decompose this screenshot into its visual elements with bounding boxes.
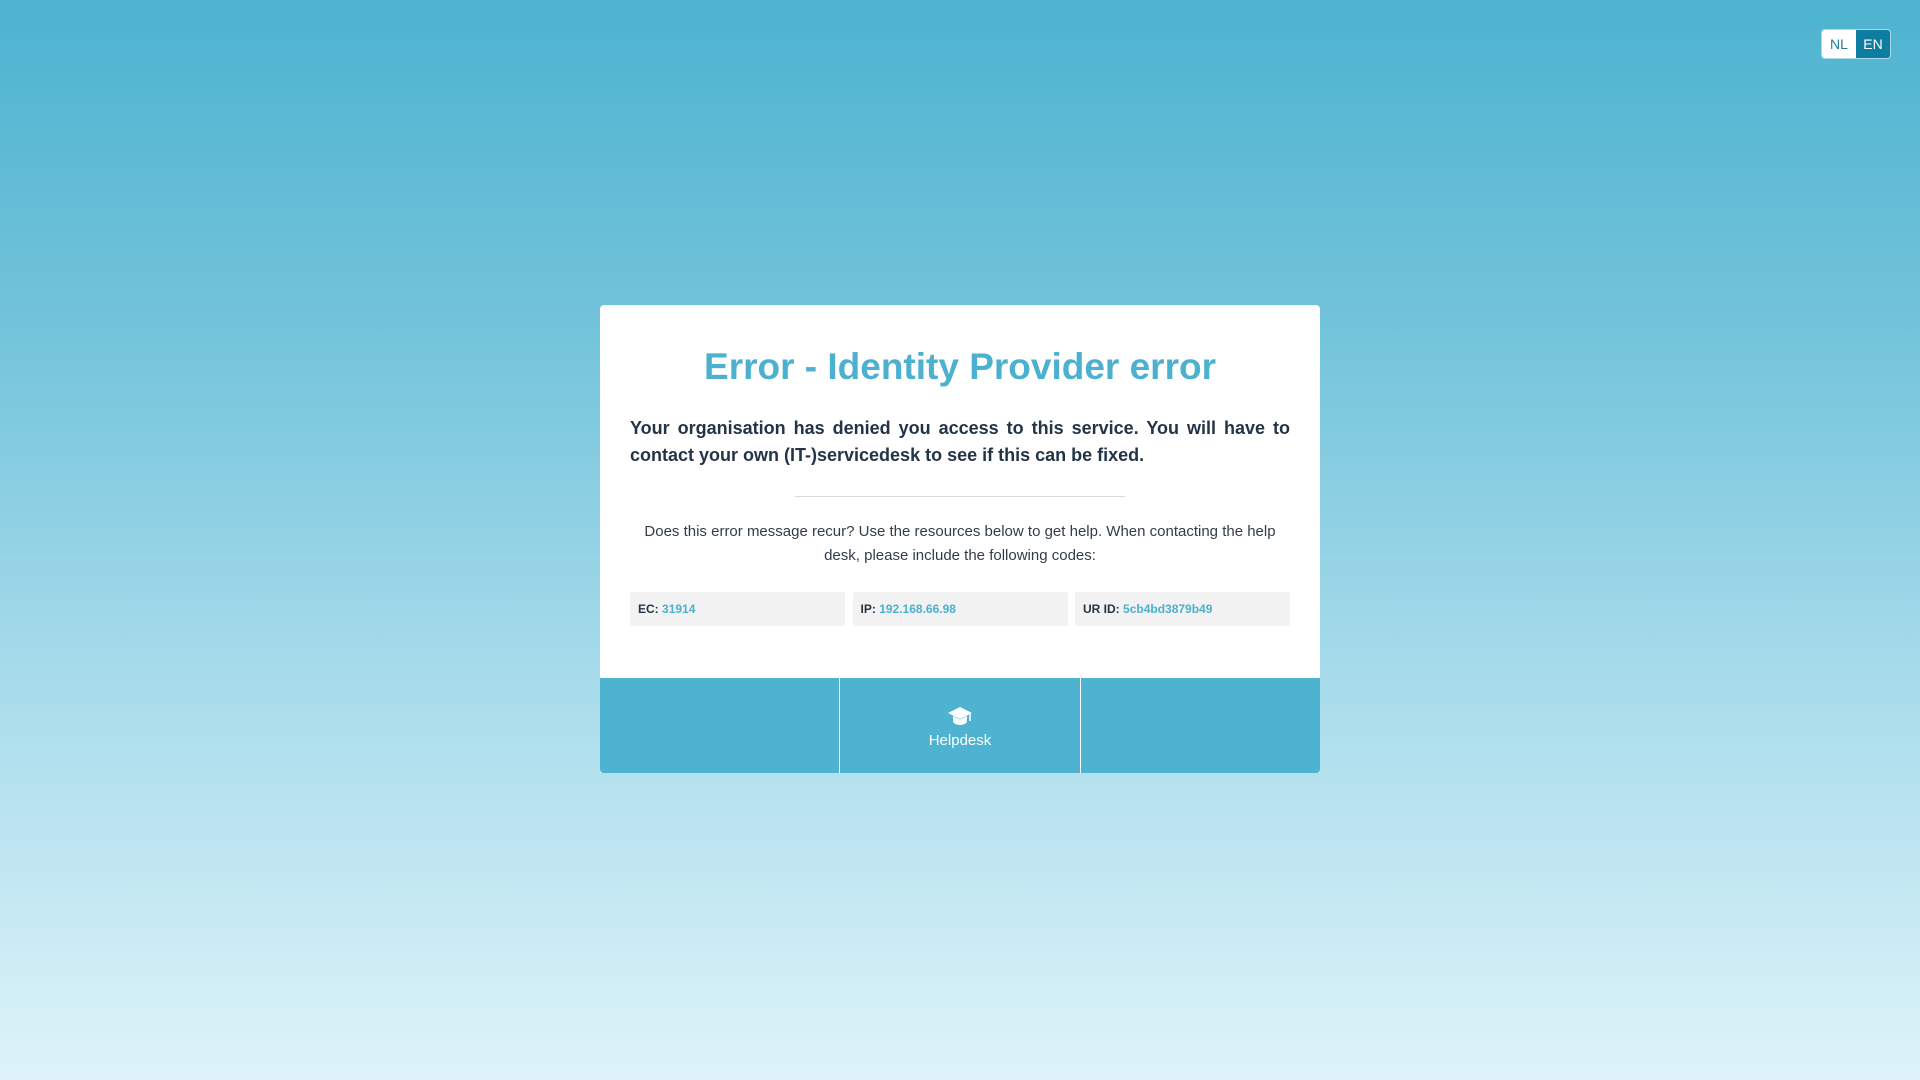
graduation-cap-icon xyxy=(947,707,972,725)
language-en-button[interactable]: EN xyxy=(1856,30,1890,58)
error-title: Error - Identity Provider error xyxy=(704,346,1216,387)
code-urid-label: UR ID: xyxy=(1083,602,1120,616)
divider xyxy=(795,496,1125,497)
footer-cell-right xyxy=(1081,678,1320,773)
code-ec-value: 31914 xyxy=(662,602,696,616)
error-message: Your organisation has denied you access … xyxy=(630,418,1290,465)
code-urid-value: 5cb4bd3879b49 xyxy=(1123,602,1213,616)
help-instructions: Does this error message recur? Use the r… xyxy=(644,523,1276,564)
error-card-body: Error - Identity Provider error Your org… xyxy=(600,305,1320,678)
code-ip-label: IP: xyxy=(860,602,876,616)
code-ec-label: EC: xyxy=(638,602,659,616)
helpdesk-link[interactable]: Helpdesk xyxy=(840,678,1081,773)
error-codes: EC: 31914 IP: 192.168.66.98 UR ID: 5cb4b… xyxy=(630,592,1290,626)
code-ip-value: 192.168.66.98 xyxy=(879,602,956,616)
card-footer: Helpdesk xyxy=(600,678,1320,773)
code-urid: UR ID: 5cb4bd3879b49 xyxy=(1075,592,1290,626)
error-card: Error - Identity Provider error Your org… xyxy=(600,305,1320,773)
language-switch: NL EN xyxy=(1822,30,1890,58)
language-nl-button[interactable]: NL xyxy=(1822,30,1856,58)
footer-cell-left xyxy=(600,678,841,773)
helpdesk-label: Helpdesk xyxy=(928,732,992,749)
code-ec: EC: 31914 xyxy=(630,592,845,626)
code-ip: IP: 192.168.66.98 xyxy=(852,592,1068,626)
